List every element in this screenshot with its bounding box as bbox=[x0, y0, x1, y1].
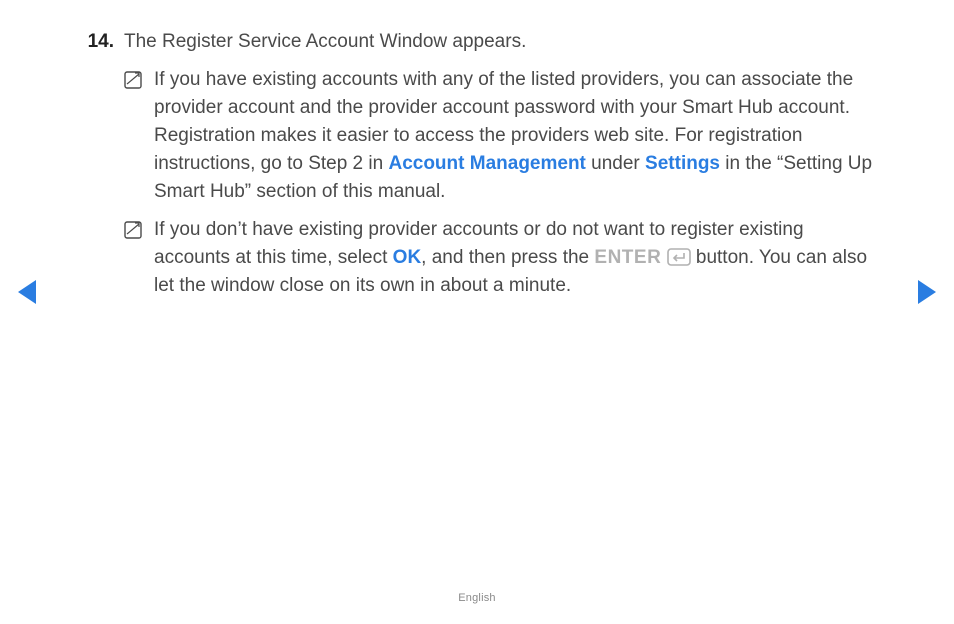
nav-prev-button[interactable] bbox=[18, 280, 36, 304]
ok-label: OK bbox=[393, 247, 422, 268]
note2-b: , and then press the bbox=[421, 247, 594, 268]
enter-icon bbox=[661, 247, 690, 268]
note-icon bbox=[124, 71, 148, 89]
note-text: If you have existing accounts with any o… bbox=[148, 66, 882, 206]
enter-label: ENTER bbox=[594, 247, 661, 268]
step-body: The Register Service Account Window appe… bbox=[124, 28, 882, 310]
note-text: If you don’t have existing provider acco… bbox=[148, 216, 882, 300]
step-14: 14. The Register Service Account Window … bbox=[82, 28, 882, 310]
note-item: If you don’t have existing provider acco… bbox=[124, 216, 882, 300]
note1-mid1: under bbox=[586, 153, 645, 174]
note1-sentence1: If you have existing accounts with any o… bbox=[154, 69, 853, 118]
step-title: The Register Service Account Window appe… bbox=[124, 28, 882, 56]
step-number: 14. bbox=[82, 28, 124, 56]
manual-page: 14. The Register Service Account Window … bbox=[82, 28, 882, 310]
link-settings[interactable]: Settings bbox=[645, 153, 720, 174]
note-icon bbox=[124, 221, 148, 239]
footer-language: English bbox=[0, 592, 954, 604]
note-item: If you have existing accounts with any o… bbox=[124, 66, 882, 206]
nav-next-button[interactable] bbox=[918, 280, 936, 304]
link-account-management[interactable]: Account Management bbox=[388, 153, 585, 174]
